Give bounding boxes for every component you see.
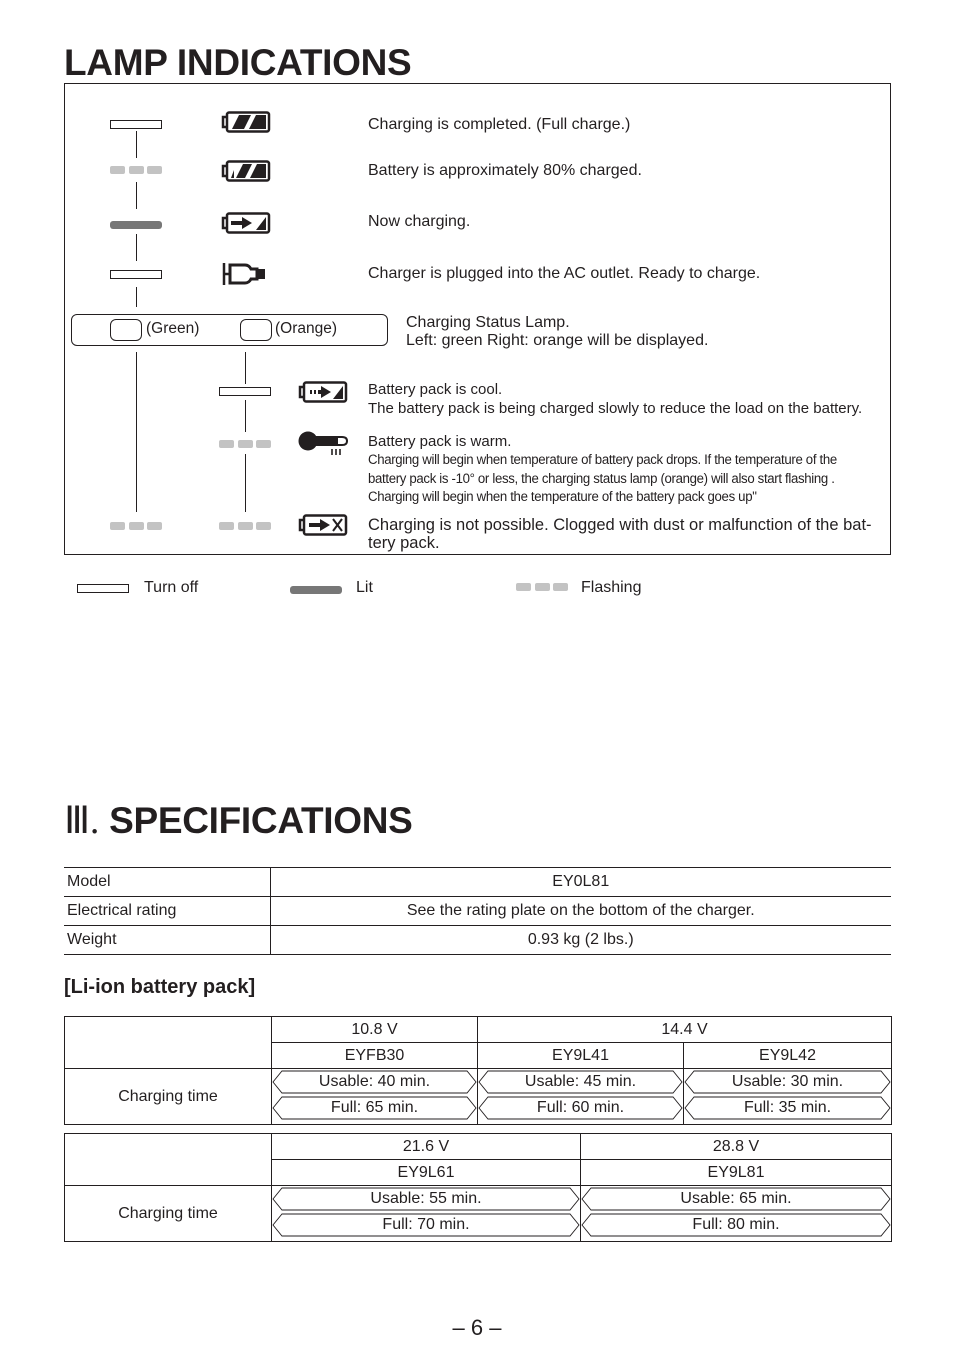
thermometer-warm-icon	[298, 431, 348, 455]
full-time: Full: 70 min.	[272, 1212, 580, 1238]
full-time: Full: 60 min.	[478, 1095, 683, 1121]
spec-key: Electrical rating	[64, 896, 271, 926]
legend-flashing-label: Flashing	[581, 579, 642, 596]
charging-time-label: Charging time	[64, 1185, 272, 1242]
spec-value: EY0L81	[270, 867, 891, 897]
connector-line	[136, 131, 138, 158]
model-cell: EY9L81	[580, 1159, 892, 1186]
lamp-flashing-indicator	[110, 166, 162, 174]
usable-time: Usable: 45 min.	[478, 1069, 683, 1095]
legend-off-label: Turn off	[144, 579, 199, 596]
connector-line	[245, 400, 247, 432]
section-numeral: Ⅲ.	[64, 800, 100, 842]
orange-lamp	[240, 319, 272, 341]
legend-flashing-swatch	[516, 583, 568, 591]
status-text: Charging will begin when temperature of …	[368, 452, 837, 468]
usable-time: Usable: 40 min.	[272, 1069, 477, 1095]
usable-time: Usable: 55 min.	[272, 1186, 580, 1212]
voltage-cell: 28.8 V	[580, 1133, 892, 1160]
empty-cell	[64, 1133, 272, 1186]
model-cell: EY9L41	[477, 1042, 684, 1069]
battery-table-1: 10.8 V 14.4 V EYFB30 EY9L41 EY9L42 Charg…	[64, 1016, 893, 1125]
connector-line	[136, 352, 138, 512]
status-text: tery pack.	[368, 534, 440, 552]
page-number: – 6 –	[452, 1315, 502, 1340]
connector-line	[136, 234, 138, 261]
lamp-off-indicator	[219, 387, 271, 396]
full-time: Full: 65 min.	[272, 1095, 477, 1121]
spec-value: See the rating plate on the bottom of th…	[270, 896, 891, 926]
battery-full-icon	[221, 111, 271, 133]
orange-lamp-label: (Orange)	[275, 320, 338, 337]
status-text: Now charging.	[368, 213, 471, 230]
battery-80-icon	[221, 160, 271, 182]
usable-time: Usable: 30 min.	[684, 1069, 891, 1095]
charging-time-cell: Usable: 45 min. Full: 60 min.	[477, 1068, 684, 1125]
table-row: Charging time Usable: 55 min. Full: 70 m…	[64, 1185, 892, 1242]
specifications-heading: Ⅲ. SPECIFICATIONS	[64, 798, 413, 843]
charging-time-cell: Usable: 30 min. Full: 35 min.	[682, 1068, 893, 1125]
status-text: Battery is approximately 80% charged.	[368, 162, 642, 179]
lamp-off-indicator	[110, 120, 162, 129]
battery-error-icon	[298, 514, 348, 536]
ac-plug-icon	[222, 263, 265, 285]
voltage-cell: 14.4 V	[476, 1016, 893, 1043]
battery-charging-icon	[221, 212, 271, 234]
status-lamp-title: Charging Status Lamp.	[406, 314, 570, 331]
legend-off-swatch	[77, 584, 129, 593]
connector-line	[245, 352, 247, 384]
status-text: Charging is not possible. Clogged with d…	[368, 516, 872, 534]
lamp-lit-indicator	[110, 221, 162, 229]
table-row: Model EY0L81	[64, 867, 891, 897]
charging-time-cell: Usable: 40 min. Full: 65 min.	[271, 1068, 478, 1125]
status-lamp-description: Left: green Right: orange will be displa…	[406, 332, 709, 349]
specifications-title: SPECIFICATIONS	[109, 800, 413, 841]
status-text: Battery pack is warm.	[368, 433, 512, 450]
green-lamp	[110, 319, 142, 341]
spec-key: Model	[64, 867, 271, 897]
voltage-cell: 10.8 V	[271, 1016, 478, 1043]
model-cell: EYFB30	[271, 1042, 478, 1069]
status-text: The battery pack is being charged slowly…	[368, 400, 863, 417]
battery-table-2: 21.6 V 28.8 V EY9L61 EY9L81 Charging tim…	[64, 1133, 892, 1242]
status-text: Charging is completed. (Full charge.)	[368, 116, 631, 133]
connector-line	[245, 454, 247, 512]
charging-time-cell: Usable: 65 min. Full: 80 min.	[580, 1185, 892, 1242]
battery-slow-charge-icon	[298, 381, 348, 403]
status-text: Battery pack is cool.	[368, 381, 503, 398]
spec-key: Weight	[64, 925, 271, 955]
status-text: Charging will begin when the temperature…	[368, 489, 757, 505]
table-row: 21.6 V 28.8 V	[64, 1133, 892, 1186]
model-cell: EY9L42	[682, 1042, 893, 1069]
usable-time: Usable: 65 min.	[581, 1186, 891, 1212]
connector-line	[136, 287, 138, 307]
lamp-flashing-indicator	[219, 440, 271, 448]
full-time: Full: 80 min.	[581, 1212, 891, 1238]
lamp-flashing-indicator	[219, 522, 271, 530]
charging-time-label: Charging time	[64, 1068, 272, 1125]
table-row: Weight 0.93 kg (2 lbs.)	[64, 925, 891, 955]
lamp-off-indicator	[110, 270, 162, 279]
legend-lit-swatch	[290, 586, 342, 594]
battery-pack-heading: [Li-ion battery pack]	[64, 976, 256, 998]
charger-spec-table: Model EY0L81 Electrical rating See the r…	[64, 867, 891, 955]
full-time: Full: 35 min.	[684, 1095, 891, 1121]
table-row: Electrical rating See the rating plate o…	[64, 896, 891, 926]
status-text: battery pack is -10° or less, the chargi…	[368, 470, 835, 487]
table-row: Charging time Usable: 40 min. Full: 65 m…	[64, 1068, 893, 1125]
model-cell: EY9L61	[271, 1159, 581, 1186]
lamp-indications-heading: LAMP INDICATIONS	[64, 42, 412, 83]
spec-value: 0.93 kg (2 lbs.)	[270, 925, 891, 955]
charging-time-cell: Usable: 55 min. Full: 70 min.	[271, 1185, 581, 1242]
green-lamp-label: (Green)	[146, 320, 200, 337]
legend-lit-label: Lit	[356, 579, 373, 596]
lamp-flashing-indicator	[110, 522, 162, 530]
empty-cell	[64, 1016, 272, 1069]
status-text: Charger is plugged into the AC outlet. R…	[368, 265, 761, 282]
table-row: 10.8 V 14.4 V	[64, 1016, 893, 1069]
voltage-cell: 21.6 V	[271, 1133, 581, 1160]
connector-line	[136, 182, 138, 209]
